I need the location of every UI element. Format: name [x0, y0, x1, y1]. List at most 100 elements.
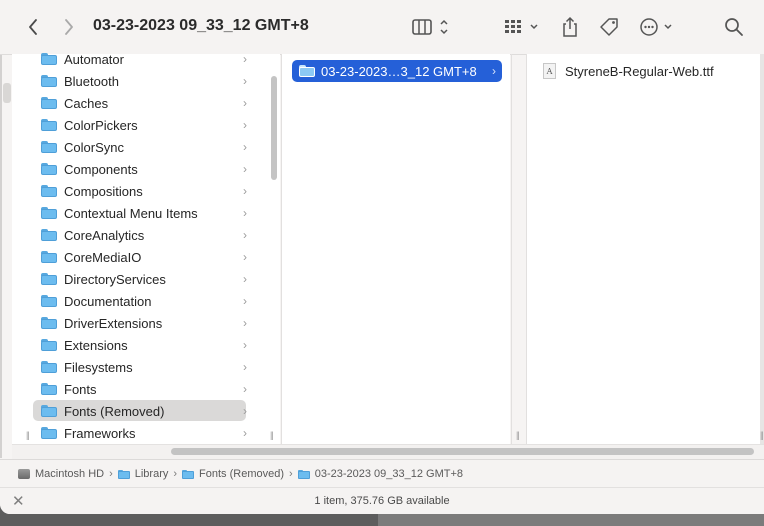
window-title: 03-23-2023 09_33_12 GMT+8	[93, 17, 309, 34]
folder-row[interactable]: Filesystems ›	[35, 356, 247, 378]
chevron-right-icon: ›	[243, 338, 247, 352]
folder-icon	[41, 383, 57, 395]
column-view-icon	[410, 17, 454, 37]
path-crumb-library[interactable]: Library	[117, 468, 168, 480]
folder-label: Caches	[64, 95, 109, 111]
folder-label: Components	[64, 161, 138, 177]
path-crumb-fonts-removed[interactable]: Fonts (Removed)	[182, 468, 284, 480]
folder-row[interactable]: DirectoryServices ›	[35, 268, 247, 290]
folder-label: Automator	[64, 51, 124, 67]
chevron-right-icon: ›	[243, 118, 247, 132]
folder-icon	[41, 251, 57, 263]
chevron-right-icon: ›	[243, 294, 247, 308]
column-resize-handle[interactable]: ||	[270, 430, 274, 440]
path-crumb-current[interactable]: 03-23-2023 09_33_12 GMT+8	[297, 468, 464, 480]
folder-icon	[41, 163, 57, 175]
column-file-list	[527, 54, 764, 444]
path-crumb-label: Fonts (Removed)	[199, 468, 285, 480]
folder-row[interactable]: CoreAnalytics ›	[35, 224, 247, 246]
folder-label: Fonts	[64, 381, 97, 397]
file-item[interactable]: A StyreneB-Regular-Web.ttf	[543, 61, 714, 81]
background-window-strip	[378, 514, 764, 526]
back-button[interactable]	[22, 16, 44, 38]
folder-label: DirectoryServices	[64, 271, 166, 287]
folder-label: Extensions	[64, 337, 128, 353]
folder-row[interactable]: Fonts ›	[35, 378, 247, 400]
folder-icon	[182, 469, 195, 479]
folder-label: CoreMediaIO	[64, 249, 142, 265]
horizontal-scrollbar[interactable]	[171, 448, 754, 455]
chevron-right-icon: ›	[243, 140, 247, 154]
path-crumb-label: Macintosh HD	[35, 468, 105, 480]
path-crumb-label: 03-23-2023 09_33_12 GMT+8	[314, 468, 464, 480]
sidebar-resize-handle[interactable]	[3, 83, 11, 103]
folder-label: Filesystems	[64, 359, 133, 375]
chevron-right-icon: ›	[173, 468, 178, 480]
status-bar: ✕ 1 item, 375.76 GB available	[0, 487, 764, 514]
column-resize-handle[interactable]: ||	[26, 430, 30, 440]
folder-row[interactable]: DriverExtensions ›	[35, 312, 247, 334]
chevron-right-icon	[64, 19, 74, 35]
folder-row[interactable]: Fonts (Removed) ›	[33, 400, 247, 422]
folder-row[interactable]: Extensions ›	[35, 334, 247, 356]
chevron-right-icon: ›	[243, 206, 247, 220]
folder-row[interactable]: Components ›	[35, 158, 247, 180]
folder-icon	[41, 361, 57, 373]
toolbar: 03-23-2023 09_33_12 GMT+8	[0, 0, 764, 55]
folder-icon	[41, 207, 57, 219]
folder-label: Bluetooth	[64, 73, 119, 89]
folder-icon	[41, 427, 57, 439]
folder-icon	[41, 75, 57, 87]
folder-label: Compositions	[64, 183, 143, 199]
folder-row[interactable]: CoreMediaIO ›	[35, 246, 247, 268]
chevron-right-icon: ›	[492, 64, 496, 78]
chevron-right-icon: ›	[243, 316, 247, 330]
column-resize-handle[interactable]: ||	[760, 430, 764, 440]
window-left-edge	[0, 54, 2, 458]
more-actions-button[interactable]	[638, 16, 678, 38]
column-resize-handle[interactable]: ||	[516, 430, 520, 440]
search-icon	[724, 17, 744, 37]
folder-row[interactable]: ColorSync ›	[35, 136, 247, 158]
forward-button[interactable]	[58, 16, 80, 38]
group-button[interactable]	[502, 16, 542, 38]
path-crumb-macintosh-hd[interactable]: Macintosh HD	[18, 468, 104, 480]
folder-row[interactable]: Automator ›	[35, 48, 247, 70]
folder-icon	[41, 53, 57, 65]
tag-button[interactable]	[596, 15, 622, 39]
share-button[interactable]	[558, 15, 582, 39]
folder-label: ColorSync	[64, 139, 124, 155]
folder-row[interactable]: Contextual Menu Items ›	[35, 202, 247, 224]
folder-row[interactable]: ColorPickers ›	[35, 114, 247, 136]
chevron-right-icon: ›	[289, 468, 293, 480]
folder-icon	[297, 469, 310, 479]
folder-label: ColorPickers	[64, 117, 138, 133]
search-button[interactable]	[723, 16, 745, 38]
finder-window: 03-23-2023 09_33_12 GMT+8 Automator › Bl…	[0, 0, 764, 514]
status-text: 1 item, 375.76 GB available	[314, 495, 450, 507]
folder-icon	[299, 65, 315, 77]
chevron-right-icon: ›	[243, 184, 247, 198]
folder-label: Contextual Menu Items	[64, 205, 198, 221]
column-1-scrollbar[interactable]	[271, 76, 277, 180]
chevron-right-icon: ›	[243, 404, 247, 418]
right-edge	[760, 54, 764, 444]
folder-icon	[41, 317, 57, 329]
folder-row[interactable]: Caches ›	[35, 92, 247, 114]
folder-row[interactable]: Compositions ›	[35, 180, 247, 202]
folder-row[interactable]: Bluetooth ›	[35, 70, 247, 92]
folder-icon	[41, 185, 57, 197]
folder-label: Fonts (Removed)	[64, 403, 165, 419]
folder-row[interactable]: Frameworks ›	[35, 422, 247, 444]
view-mode-button[interactable]	[410, 16, 454, 38]
path-bar: Macintosh HD › Library › Fonts (Removed)…	[0, 459, 764, 488]
folder-row[interactable]: Documentation ›	[35, 290, 247, 312]
selected-folder-label: 03-23-2023…3_12 GMT+8	[321, 63, 477, 79]
folder-label: DriverExtensions	[64, 315, 163, 331]
chevron-right-icon: ›	[243, 272, 247, 286]
folder-icon	[41, 97, 57, 109]
chevron-left-icon	[28, 19, 38, 35]
chevron-right-icon: ›	[243, 74, 247, 88]
chevron-right-icon: ›	[243, 228, 247, 242]
selected-folder-item[interactable]: 03-23-2023…3_12 GMT+8 ›	[292, 60, 502, 82]
